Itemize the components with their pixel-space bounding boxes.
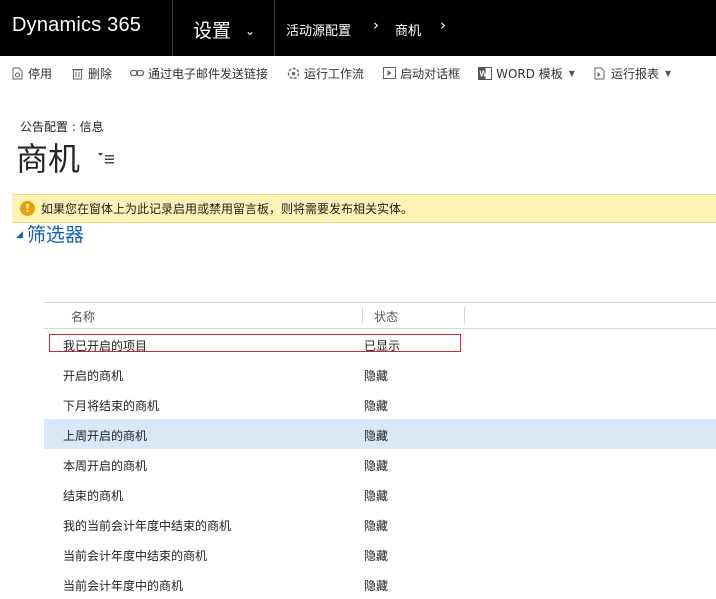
command-bar: 停用 删除 通过电子邮件发送链接 运行工作流 启动对话框 W WORD 模板 ▼ (0, 57, 716, 89)
warning-icon: ! (20, 201, 35, 216)
page-title: 商机 (16, 140, 81, 178)
caret-down-icon: ▼ (664, 68, 672, 78)
row-name: 我已开启的项目 (63, 339, 148, 353)
caret-down-icon: ▼ (568, 68, 575, 78)
row-status: 隐藏 (364, 489, 389, 503)
breadcrumb-activity-feeds[interactable]: 活动源配置 (286, 20, 351, 39)
notification-bar: ! 如果您在窗体上为此记录启用或禁用留言板，则将需要发布相关实体。 (12, 194, 716, 223)
delete-icon (70, 66, 84, 80)
views-grid: 名称 状态 我已开启的项目 已显示 开启的商机 隐藏 下月将结束的商机 隐藏 上… (44, 302, 716, 599)
table-row[interactable]: 本周开启的商机 隐藏 (44, 449, 716, 479)
email-link-button[interactable]: 通过电子邮件发送链接 (130, 65, 268, 82)
row-name: 结束的商机 (63, 489, 124, 503)
table-row[interactable]: 我的当前会计年度中结束的商机 隐藏 (44, 509, 716, 539)
table-row[interactable]: 当前会计年度中结束的商机 隐藏 (44, 539, 716, 569)
table-row[interactable]: 当前会计年度中的商机 隐藏 (44, 569, 716, 599)
start-dialog-label: 启动对话框 (400, 66, 461, 81)
row-name: 本周开启的商机 (63, 459, 148, 473)
deactivate-icon (10, 66, 24, 80)
svg-text:W: W (480, 69, 488, 78)
link-icon (130, 66, 145, 80)
row-name: 当前会计年度中结束的商机 (63, 549, 208, 563)
table-row[interactable]: 开启的商机 隐藏 (44, 359, 716, 389)
table-row[interactable]: 结束的商机 隐藏 (44, 479, 716, 509)
delete-button[interactable]: 删除 (70, 65, 112, 82)
table-row-selected[interactable]: 上周开启的商机 隐藏 (44, 419, 716, 449)
deactivate-label: 停用 (28, 66, 53, 81)
row-name: 上周开启的商机 (63, 429, 148, 443)
delete-label: 删除 (88, 66, 113, 81)
page-subtitle: 公告配置 : 信息 (20, 120, 104, 134)
run-workflow-button[interactable]: 运行工作流 (286, 65, 364, 82)
workflow-icon (286, 66, 300, 80)
view-selector-icon[interactable] (98, 152, 114, 168)
app-brand[interactable]: Dynamics 365 (12, 14, 141, 37)
row-status: 隐藏 (364, 369, 389, 383)
deactivate-button[interactable]: 停用 (10, 65, 52, 82)
filters-section-toggle[interactable]: ◢ 筛选器 (16, 220, 84, 247)
word-template-button[interactable]: W WORD 模板 ▼ (478, 65, 575, 82)
nav-area-label: 设置 (193, 20, 232, 42)
grid-header: 名称 状态 (44, 302, 716, 329)
row-status: 隐藏 (364, 579, 389, 593)
word-icon: W (478, 66, 493, 80)
run-report-label: 运行报表 (610, 66, 659, 81)
row-status: 已显示 (364, 339, 401, 353)
email-link-label: 通过电子邮件发送链接 (148, 66, 269, 81)
row-name: 当前会计年度中的商机 (63, 579, 184, 593)
row-status: 隐藏 (364, 519, 389, 533)
chevron-down-icon: ⌄ (245, 24, 256, 38)
row-status: 隐藏 (364, 549, 389, 563)
chevron-right-icon: › (373, 16, 379, 34)
row-status: 隐藏 (364, 399, 389, 413)
notification-text: 如果您在窗体上为此记录启用或禁用留言板，则将需要发布相关实体。 (41, 202, 414, 216)
word-template-label: WORD 模板 (496, 66, 563, 81)
dialog-icon (382, 66, 396, 80)
row-status: 隐藏 (364, 429, 389, 443)
row-status: 隐藏 (364, 459, 389, 473)
start-dialog-button[interactable]: 启动对话框 (382, 65, 460, 82)
nav-divider (274, 0, 275, 56)
row-name: 开启的商机 (63, 369, 124, 383)
column-header-status[interactable]: 状态 (374, 308, 398, 325)
column-divider[interactable] (362, 307, 363, 324)
nav-area-settings[interactable]: 设置 ⌄ (193, 16, 255, 43)
breadcrumb-opportunity[interactable]: 商机 (395, 20, 421, 39)
collapse-triangle-icon: ◢ (16, 229, 23, 240)
chevron-right-icon[interactable]: › (440, 16, 446, 34)
top-nav-bar: Dynamics 365 设置 ⌄ 活动源配置 › 商机 › (0, 0, 716, 56)
filters-label: 筛选器 (26, 224, 84, 246)
nav-divider (172, 0, 173, 56)
table-row[interactable]: 下月将结束的商机 隐藏 (44, 389, 716, 419)
row-name: 下月将结束的商机 (63, 399, 160, 413)
column-header-name[interactable]: 名称 (71, 308, 95, 325)
row-name: 我的当前会计年度中结束的商机 (63, 519, 232, 533)
report-icon (593, 66, 607, 80)
run-workflow-label: 运行工作流 (304, 66, 365, 81)
column-divider[interactable] (464, 307, 465, 324)
run-report-button[interactable]: 运行报表 ▼ (593, 65, 671, 82)
table-row[interactable]: 我已开启的项目 已显示 (44, 329, 716, 359)
